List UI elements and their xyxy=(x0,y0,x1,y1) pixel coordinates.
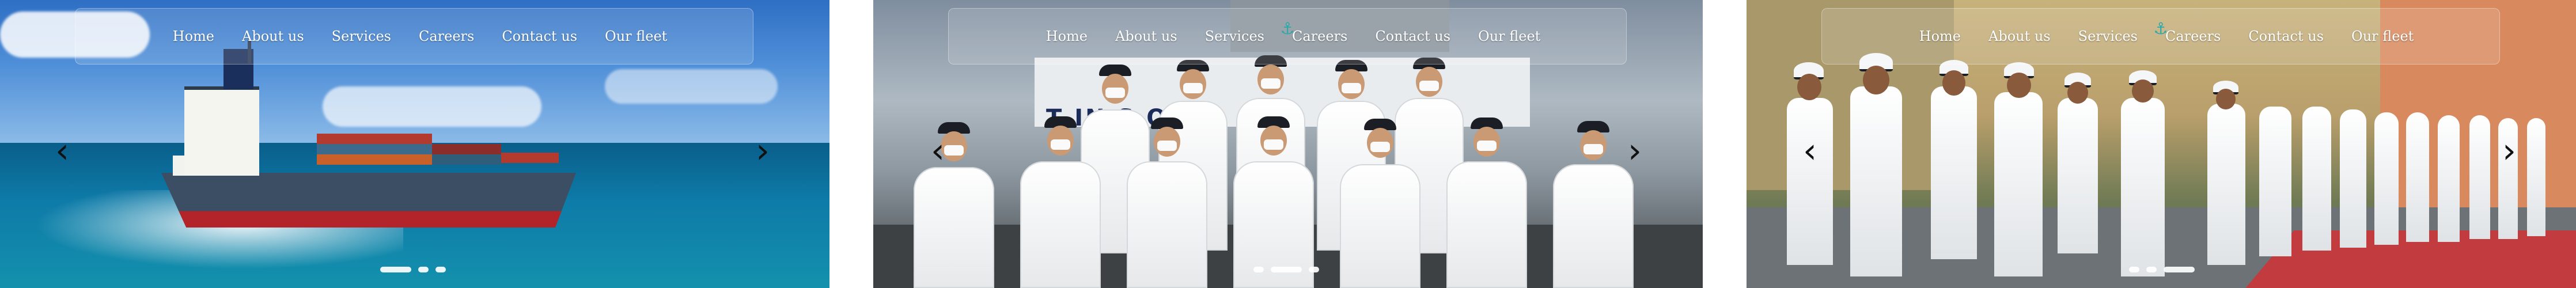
main-navigation: ⚓ Home About us Services Careers Contact… xyxy=(1821,8,2500,65)
carousel-dot-3[interactable] xyxy=(1309,267,1319,272)
chevron-right-icon[interactable]: › xyxy=(1628,134,1642,168)
nav-contact-link[interactable]: Contact us xyxy=(1375,28,1450,44)
anchor-icon[interactable]: ⚓ xyxy=(2153,19,2168,38)
carousel-dot-2[interactable] xyxy=(418,267,429,272)
nav-home-link[interactable]: Home xyxy=(173,28,214,44)
carousel-dot-2[interactable] xyxy=(1271,267,1302,272)
nav-about-link[interactable]: About us xyxy=(1115,28,1177,44)
chevron-left-icon[interactable]: ‹ xyxy=(931,134,945,168)
carousel-dot-2[interactable] xyxy=(2146,267,2157,272)
carousel-dot-1[interactable] xyxy=(380,267,411,272)
carousel-indicators xyxy=(2129,267,2195,272)
carousel-slide-cadets-parade: ⚓ Home About us Services Careers Contact… xyxy=(1747,0,2576,288)
chevron-right-icon[interactable]: › xyxy=(2502,134,2516,168)
carousel-slide-naval-officers: T IN S ORO xyxy=(873,0,1703,288)
nav-fleet-link[interactable]: Our fleet xyxy=(1478,28,1540,44)
carousel-slide-cargo-ship: Home About us Services Careers Contact u… xyxy=(0,0,829,288)
nav-contact-link[interactable]: Contact us xyxy=(502,28,577,44)
main-navigation: Home About us Services Careers Contact u… xyxy=(75,8,753,65)
nav-careers-link[interactable]: Careers xyxy=(419,28,474,44)
nav-home-link[interactable]: Home xyxy=(1919,28,1961,44)
nav-about-link[interactable]: About us xyxy=(1988,28,2051,44)
nav-services-link[interactable]: Services xyxy=(2078,28,2138,44)
chevron-left-icon[interactable]: ‹ xyxy=(1803,134,1817,168)
carousel-dot-3[interactable] xyxy=(2164,267,2195,272)
chevron-left-icon[interactable]: ‹ xyxy=(55,134,69,168)
carousel-dot-3[interactable] xyxy=(435,267,446,272)
nav-services-link[interactable]: Services xyxy=(1205,28,1264,44)
nav-home-link[interactable]: Home xyxy=(1046,28,1088,44)
carousel-indicators xyxy=(380,267,446,272)
nav-careers-link[interactable]: Careers xyxy=(1292,28,1347,44)
chevron-right-icon[interactable]: › xyxy=(756,134,770,168)
nav-careers-link[interactable]: Careers xyxy=(2165,28,2221,44)
carousel-dot-1[interactable] xyxy=(2129,267,2139,272)
nav-fleet-link[interactable]: Our fleet xyxy=(605,28,667,44)
nav-about-link[interactable]: About us xyxy=(242,28,304,44)
main-navigation: ⚓ Home About us Services Careers Contact… xyxy=(948,8,1627,65)
carousel-dot-1[interactable] xyxy=(1253,267,1264,272)
carousel-indicators xyxy=(1253,267,1319,272)
nav-services-link[interactable]: Services xyxy=(332,28,391,44)
anchor-icon[interactable]: ⚓ xyxy=(1280,19,1294,38)
nav-contact-link[interactable]: Contact us xyxy=(2248,28,2324,44)
nav-fleet-link[interactable]: Our fleet xyxy=(2351,28,2414,44)
